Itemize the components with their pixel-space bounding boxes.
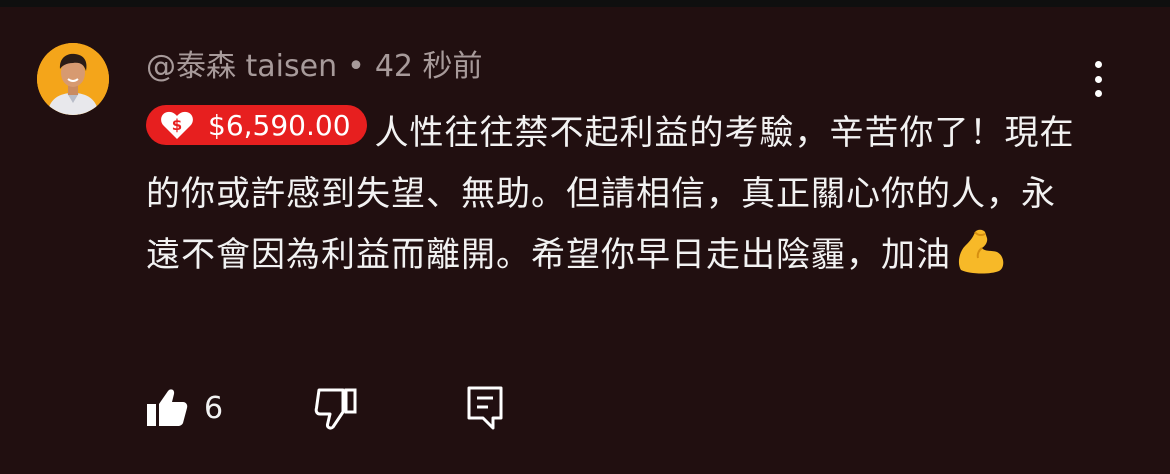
like-count: 6 <box>204 390 224 426</box>
more-vertical-icon <box>1094 61 1102 68</box>
dislike-button[interactable] <box>314 385 358 431</box>
super-thanks-badge: $ $6,590.00 <box>146 105 367 145</box>
super-thanks-amount: $6,590.00 <box>208 108 351 142</box>
reply-comment-icon <box>467 386 503 430</box>
thumbs-up-icon <box>147 389 188 426</box>
thumbs-down-icon <box>314 388 357 430</box>
comment-header: @泰森 taisen • 42 秒前 <box>146 47 483 87</box>
avatar[interactable] <box>37 43 109 115</box>
comment-item: @泰森 taisen • 42 秒前 $ $6,590.00 人性往往禁不起利益的考… <box>0 7 1170 474</box>
flexed-biceps-emoji <box>958 229 1004 274</box>
comment-timestamp[interactable]: 42 秒前 <box>375 49 483 84</box>
super-thanks-heart-icon: $ <box>161 111 193 139</box>
comment-body: $ $6,590.00 人性往往禁不起利益的考驗，辛苦你了！現在的你或許感到失望… <box>146 103 1076 286</box>
reply-button[interactable] <box>466 385 506 431</box>
svg-text:$: $ <box>172 116 182 134</box>
author-handle[interactable]: @泰森 taisen <box>146 49 337 84</box>
more-options-button[interactable] <box>1078 55 1118 103</box>
more-vertical-icon-dot <box>1094 75 1102 83</box>
more-vertical-icon-dot <box>1094 90 1102 97</box>
meta-separator: • <box>347 49 365 84</box>
top-bar <box>0 0 1170 7</box>
like-button[interactable]: 6 <box>146 385 223 431</box>
avatar-image <box>37 43 109 115</box>
